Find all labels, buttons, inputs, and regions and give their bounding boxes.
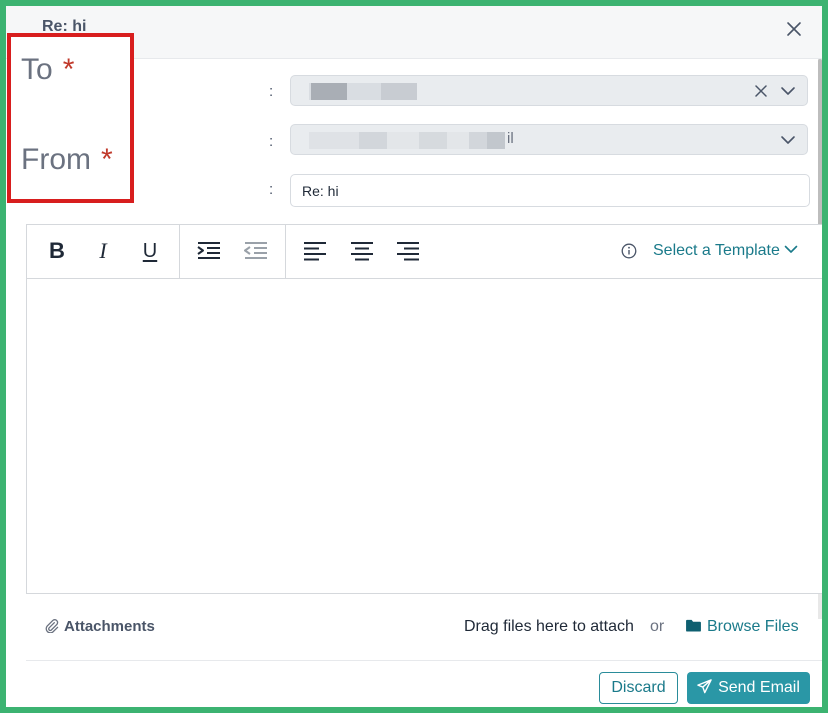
- template-info-button[interactable]: [621, 243, 637, 259]
- underline-icon: U: [142, 240, 158, 262]
- redacted-text: [419, 132, 447, 149]
- from-label: From *: [21, 143, 113, 176]
- from-value-visible: il: [507, 130, 514, 147]
- subject-input[interactable]: [290, 174, 810, 207]
- italic-button[interactable]: I: [91, 239, 115, 263]
- attachments-button[interactable]: Attachments: [44, 618, 155, 635]
- to-field-colon: :: [269, 83, 274, 100]
- align-left-button[interactable]: [303, 239, 327, 263]
- close-button[interactable]: [784, 19, 804, 39]
- underline-button[interactable]: U: [138, 239, 162, 263]
- footer-divider: [26, 660, 822, 661]
- redacted-text: [347, 83, 381, 100]
- italic-icon: I: [99, 238, 107, 263]
- highlight-annotation: To * From *: [7, 33, 134, 203]
- info-icon: [621, 243, 637, 259]
- toolbar-divider: [179, 225, 180, 278]
- to-dropdown-toggle[interactable]: [780, 83, 796, 99]
- message-editor: B I U Select a Template: [26, 224, 822, 594]
- toolbar-divider: [285, 225, 286, 278]
- redacted-text: [387, 132, 419, 149]
- send-email-label: Send Email: [718, 679, 800, 696]
- from-required-marker: *: [101, 143, 113, 176]
- to-label: To *: [21, 53, 75, 86]
- to-required-marker: *: [62, 53, 75, 86]
- bold-icon: B: [49, 238, 65, 263]
- browse-files-label: Browse Files: [707, 618, 799, 635]
- select-template-dropdown[interactable]: Select a Template: [653, 242, 798, 260]
- outdent-icon: [244, 242, 267, 259]
- to-recipient-select[interactable]: [290, 75, 808, 106]
- redacted-text: [309, 132, 359, 149]
- message-body-editor[interactable]: [27, 279, 822, 593]
- chevron-down-icon: [781, 87, 795, 95]
- paperclip-icon: [45, 619, 59, 634]
- from-field-colon: :: [269, 133, 274, 150]
- select-template-label: Select a Template: [653, 242, 780, 259]
- chevron-down-icon: [781, 136, 795, 144]
- from-sender-select[interactable]: il: [290, 124, 808, 155]
- align-right-button[interactable]: [396, 239, 420, 263]
- redacted-text: [311, 83, 347, 100]
- folder-icon: [686, 619, 701, 632]
- align-right-icon: [397, 242, 419, 261]
- indent-button[interactable]: [197, 239, 221, 263]
- clear-selection-button[interactable]: [753, 83, 769, 99]
- indent-icon: [197, 242, 220, 259]
- subject-field-colon: :: [269, 181, 274, 198]
- outdent-button[interactable]: [244, 239, 268, 263]
- browse-files-button[interactable]: Browse Files: [686, 618, 799, 636]
- chevron-down-icon: [784, 245, 798, 253]
- attachments-label: Attachments: [64, 618, 155, 635]
- redacted-text: [359, 132, 387, 149]
- editor-toolbar: B I U Select a Template: [27, 225, 822, 279]
- redacted-text: [469, 132, 487, 149]
- from-dropdown-toggle[interactable]: [780, 132, 796, 148]
- redacted-text: [381, 83, 417, 100]
- drag-drop-hint: Drag files here to attach: [464, 618, 634, 635]
- send-email-button[interactable]: Send Email: [687, 672, 810, 704]
- align-left-icon: [304, 242, 326, 261]
- clear-icon: [755, 85, 767, 97]
- bold-button[interactable]: B: [45, 239, 69, 263]
- or-separator: or: [650, 618, 665, 635]
- send-icon: [697, 679, 712, 694]
- redacted-text: [487, 132, 505, 149]
- align-center-icon: [351, 242, 373, 261]
- align-center-button[interactable]: [350, 239, 374, 263]
- redacted-text: [447, 132, 469, 149]
- discard-button[interactable]: Discard: [599, 672, 678, 704]
- close-icon: [787, 22, 801, 36]
